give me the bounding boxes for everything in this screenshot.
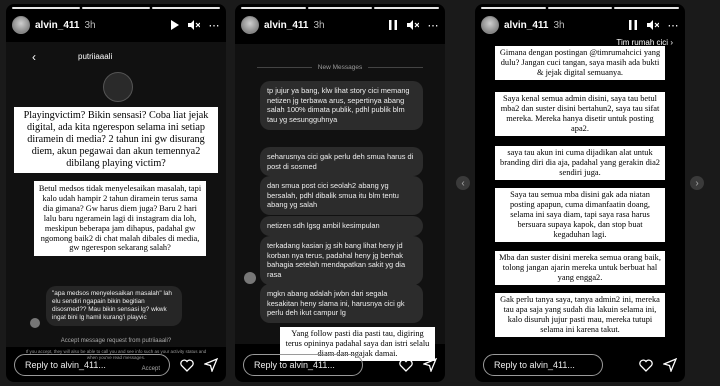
story-footer: Reply to alvin_411... <box>243 354 437 376</box>
new-messages-label: New Messages <box>317 64 363 71</box>
screenshot-content: ‹ putriiaaali Playingvictim? Bikin sensa… <box>6 42 226 347</box>
new-messages-divider: New Messages <box>257 64 423 71</box>
story-header: alvin_411 3h ⋯ <box>12 16 220 34</box>
progress-bar <box>152 7 220 9</box>
username[interactable]: alvin_411 <box>504 20 548 31</box>
heart-icon[interactable] <box>639 358 653 372</box>
story-progress-bars <box>12 7 220 9</box>
send-icon[interactable] <box>423 358 437 372</box>
story-time: 3h <box>84 19 96 31</box>
text-box-2: Betul medsos tidak menyelesaikan masalah… <box>34 181 206 257</box>
sender-avatar <box>30 318 40 328</box>
story-footer: Reply to alvin_411... Accept <box>14 354 218 376</box>
story-panel-2[interactable]: alvin_411 3h ⋯ New Messages tp jujur ya … <box>235 4 445 382</box>
accept-label[interactable]: Accept <box>142 366 160 372</box>
story-header: alvin_411 3h ⋯ <box>481 16 679 34</box>
reply-input[interactable]: Reply to alvin_411... <box>14 354 170 376</box>
story-panel-1[interactable]: alvin_411 3h ⋯ ‹ putriiaaali Playingvict… <box>6 4 226 382</box>
chat-bubble: "apa medsos menyelesaikan masalah" lah e… <box>46 286 182 326</box>
text-box: Mba dan suster disini mereka semua orang… <box>495 251 665 285</box>
mute-icon[interactable] <box>188 19 200 31</box>
dm-message: terkadang kasian jg sih bang lihat heny … <box>260 236 423 285</box>
story-header: alvin_411 3h ⋯ <box>241 16 439 34</box>
chat-avatar <box>103 72 133 102</box>
progress-bar <box>614 7 680 9</box>
dm-message: dan smua post cici seolah2 abang yg bers… <box>260 176 423 215</box>
progress-bar <box>241 7 306 9</box>
progress-bar <box>82 7 150 9</box>
previous-story-button[interactable]: ‹ <box>456 176 470 190</box>
reply-input[interactable]: Reply to alvin_411... <box>243 354 363 376</box>
progress-bar <box>307 7 373 9</box>
text-box: saya tau akun ini cuma dijadikan alat un… <box>495 146 665 180</box>
text-box: Saya tau semua mba disini gak ada niatan… <box>495 188 665 242</box>
accept-request-text: Accept message request from putriiaaali? <box>60 338 172 344</box>
dm-message: tp jujur ya bang, klw lihat story cici m… <box>260 81 423 130</box>
heart-icon[interactable] <box>399 358 413 372</box>
progress-bar <box>547 7 613 9</box>
avatar[interactable] <box>481 16 499 34</box>
progress-bar <box>374 7 440 9</box>
text-box: Saya kenal semua admin disini, saya tau … <box>495 92 665 136</box>
progress-bar <box>481 7 546 9</box>
avatar[interactable] <box>12 16 30 34</box>
mute-icon[interactable] <box>647 19 659 31</box>
story-time: 3h <box>553 19 565 31</box>
play-icon[interactable] <box>168 19 180 31</box>
chevron-right-icon: › <box>670 38 673 47</box>
reply-input[interactable]: Reply to alvin_411... <box>483 354 603 376</box>
heart-icon[interactable] <box>180 358 194 372</box>
dm-message: seharusnya cici gak perlu deh smua harus… <box>260 147 423 177</box>
pause-icon[interactable] <box>387 19 399 31</box>
avatar[interactable] <box>241 16 259 34</box>
text-box: Gak perlu tanya saya, tanya admin2 ini, … <box>495 293 665 337</box>
story-time: 3h <box>313 19 325 31</box>
send-icon[interactable] <box>204 358 218 372</box>
story-progress-bars <box>481 7 680 9</box>
more-icon[interactable]: ⋯ <box>667 19 679 32</box>
story-footer: Reply to alvin_411... <box>483 354 677 376</box>
next-story-button[interactable]: › <box>690 176 704 190</box>
mute-icon[interactable] <box>407 19 419 31</box>
sender-avatar <box>244 272 256 284</box>
pause-icon[interactable] <box>627 19 639 31</box>
text-box: Gimana dengan postingan @timrumahcici ya… <box>495 46 665 80</box>
more-icon[interactable]: ⋯ <box>427 19 439 32</box>
dm-message: netizen sdh lgsg ambil kesimpulan <box>260 216 423 236</box>
username[interactable]: alvin_411 <box>35 20 79 31</box>
username[interactable]: alvin_411 <box>264 20 308 31</box>
progress-bar <box>12 7 80 9</box>
dm-message: mgkn abang adalah jwbn dari segala kesak… <box>260 284 423 323</box>
story-progress-bars <box>241 7 440 9</box>
more-icon[interactable]: ⋯ <box>208 19 220 32</box>
send-icon[interactable] <box>663 358 677 372</box>
text-box-1: Playingvictim? Bikin sensasi? Coba liat … <box>14 107 218 174</box>
story-panel-3[interactable]: alvin_411 3h ⋯ Tim rumah cici › Gimana d… <box>475 4 685 382</box>
screenshot-content: New Messages tp jujur ya bang, klw lihat… <box>235 44 445 344</box>
chat-name: putriiaaali <box>78 52 113 61</box>
back-arrow-icon: ‹ <box>32 50 36 64</box>
